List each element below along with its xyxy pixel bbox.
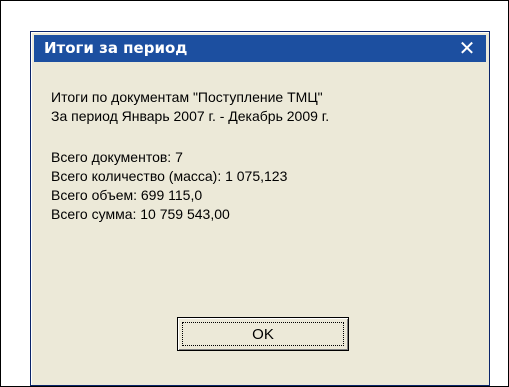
ok-button[interactable]: OK [177,317,349,351]
screenshot-frame: Итоги за период ✕ Итоги по документам "П… [0,0,509,387]
close-icon[interactable]: ✕ [457,38,477,58]
total-volume-line: Всего объем: 699 115,0 [51,187,203,203]
period-line: За период Январь 2007 г. - Декабрь 2009 … [51,108,330,124]
title-bar: Итоги за период ✕ [34,35,486,62]
dialog-content: Итоги по документам "Поступление ТМЦ" За… [51,88,471,224]
documents-type-line: Итоги по документам "Поступление ТМЦ" [51,89,323,105]
total-sum-line: Всего сумма: 10 759 543,00 [51,206,230,222]
ok-button-label: OK [252,325,274,343]
total-quantity-line: Всего количество (масса): 1 075,123 [51,168,288,184]
totals-dialog: Итоги за период ✕ Итоги по документам "П… [30,31,490,386]
total-documents-line: Всего документов: 7 [51,149,183,165]
dialog-title: Итоги за период [44,39,188,57]
